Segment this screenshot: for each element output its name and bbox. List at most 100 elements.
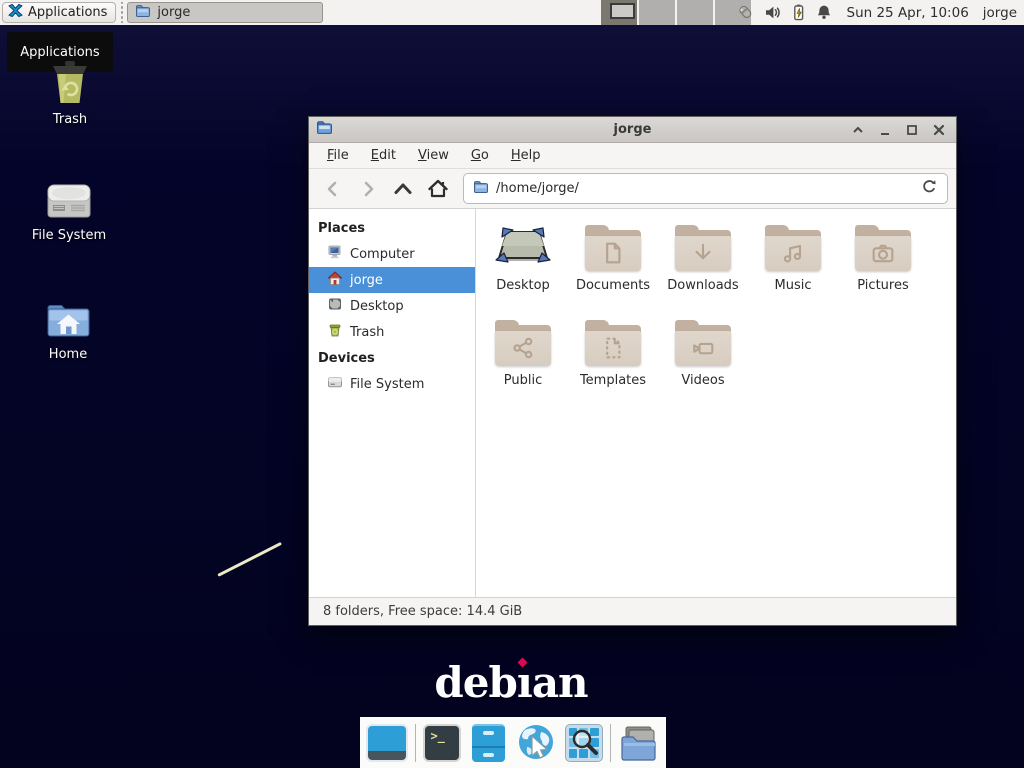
trash-icon (46, 57, 94, 105)
folder-download-icon (675, 225, 731, 271)
file-item-label: Downloads (667, 278, 738, 293)
dock-separator (610, 724, 611, 762)
sidebar-header-devices: Devices (309, 345, 475, 371)
workspace-2[interactable] (639, 0, 675, 25)
sidebar: Places Computer (309, 209, 476, 597)
up-icon[interactable] (387, 174, 419, 204)
status-bar: 8 folders, Free space: 14.4 GiB (309, 597, 956, 625)
file-item-desktop[interactable]: Desktop (478, 221, 568, 316)
folder-camera-icon (855, 225, 911, 271)
dock: >_ (360, 717, 666, 768)
window-controls (851, 117, 946, 143)
xfce-logo-icon (8, 3, 23, 22)
file-item-label: Videos (681, 373, 724, 388)
menu-file[interactable]: File (316, 143, 360, 168)
show-desktop-icon[interactable] (366, 723, 408, 763)
folder-document-icon (585, 225, 641, 271)
desktop-icon-filesystem[interactable]: File System (19, 173, 119, 243)
menu-edit[interactable]: Edit (360, 143, 407, 168)
panel-clock[interactable]: Sun 25 Apr, 10:06 (847, 5, 969, 21)
location-bar[interactable]: /home/jorge/ (463, 173, 948, 204)
applications-menu-button[interactable]: Applications (2, 2, 116, 23)
top-panel: Applications jorge (0, 0, 1024, 25)
home-folder-icon (44, 292, 92, 340)
notifications-bell-icon[interactable] (815, 3, 833, 22)
file-item-label: Desktop (496, 278, 550, 293)
refresh-icon[interactable] (921, 178, 938, 199)
home-icon[interactable] (422, 174, 454, 204)
sidebar-item-label: jorge (350, 273, 383, 288)
desktop-icon-label: File System (32, 228, 106, 243)
sidebar-item-label: Trash (350, 325, 384, 340)
menu-view[interactable]: View (407, 143, 460, 168)
system-tray: Sun 25 Apr, 10:06 jorge (736, 0, 1024, 25)
close-icon[interactable] (932, 123, 946, 137)
battery-icon[interactable] (790, 3, 807, 22)
toolbar: /home/jorge/ (309, 169, 956, 209)
folder-share-icon (495, 320, 551, 366)
app-finder-icon[interactable] (564, 723, 603, 763)
menu-bar: File Edit View Go Help (309, 143, 956, 169)
desktop-icon-home[interactable]: Home (18, 292, 118, 362)
desktop-icon-label: Trash (53, 112, 87, 127)
shade-icon[interactable] (851, 123, 865, 137)
panel-handle[interactable] (118, 2, 125, 23)
file-item-label: Templates (580, 373, 646, 388)
debian-logo: debıan (380, 658, 642, 707)
folder-window-icon[interactable] (618, 723, 660, 763)
desktop-icon (327, 296, 343, 316)
taskbar-window-button[interactable]: jorge (127, 2, 323, 23)
filesystem-drive-icon (45, 173, 93, 221)
file-item-documents[interactable]: Documents (568, 221, 658, 316)
window-titlebar[interactable]: jorge (309, 117, 956, 143)
file-cabinet-icon[interactable] (469, 723, 508, 763)
menu-help[interactable]: Help (500, 143, 552, 168)
file-item-downloads[interactable]: Downloads (658, 221, 748, 316)
sidebar-item-computer[interactable]: Computer (309, 241, 475, 267)
file-item-music[interactable]: Music (748, 221, 838, 316)
back-icon[interactable] (317, 174, 349, 204)
user-home-icon (327, 270, 343, 290)
file-item-public[interactable]: Public (478, 316, 568, 411)
web-browser-icon[interactable] (515, 723, 557, 763)
maximize-icon[interactable] (905, 123, 919, 137)
sidebar-item-jorge[interactable]: jorge (309, 267, 475, 293)
drive-icon (327, 374, 343, 394)
desktop-special-icon (494, 221, 552, 275)
desktop-icon-trash[interactable]: Trash (20, 57, 120, 127)
desktop-icon-label: Home (49, 347, 87, 362)
file-item-label: Music (775, 278, 812, 293)
path-folder-icon (473, 179, 489, 199)
file-item-label: Pictures (857, 278, 908, 293)
file-grid: Desktop Documents (478, 221, 956, 411)
folder-music-icon (765, 225, 821, 271)
file-view: Desktop Documents (476, 209, 956, 597)
workspace-3[interactable] (677, 0, 713, 25)
folder-icon (135, 3, 151, 23)
terminal-icon[interactable]: >_ (423, 723, 462, 763)
folder-template-icon (585, 320, 641, 366)
sidebar-item-filesystem[interactable]: File System (309, 371, 475, 397)
panel-username[interactable]: jorge (983, 5, 1017, 21)
sidebar-item-label: Desktop (350, 299, 404, 314)
computer-icon (327, 244, 343, 264)
workspace-switcher (601, 0, 751, 25)
file-item-pictures[interactable]: Pictures (838, 221, 928, 316)
dock-separator (415, 724, 416, 762)
volume-icon[interactable] (763, 3, 782, 22)
sidebar-item-desktop[interactable]: Desktop (309, 293, 475, 319)
status-text: 8 folders, Free space: 14.4 GiB (323, 604, 522, 619)
window-body: Places Computer (309, 209, 956, 597)
file-item-label: Documents (576, 278, 650, 293)
pointer-device-icon[interactable] (736, 3, 755, 22)
file-item-templates[interactable]: Templates (568, 316, 658, 411)
window-folder-icon (316, 119, 333, 140)
workspace-1[interactable] (601, 0, 637, 25)
minimize-icon[interactable] (878, 123, 892, 137)
file-item-videos[interactable]: Videos (658, 316, 748, 411)
path-text[interactable]: /home/jorge/ (496, 181, 579, 196)
sidebar-item-trash[interactable]: Trash (309, 319, 475, 345)
forward-icon[interactable] (352, 174, 384, 204)
menu-go[interactable]: Go (460, 143, 500, 168)
trash-small-icon (327, 322, 343, 342)
